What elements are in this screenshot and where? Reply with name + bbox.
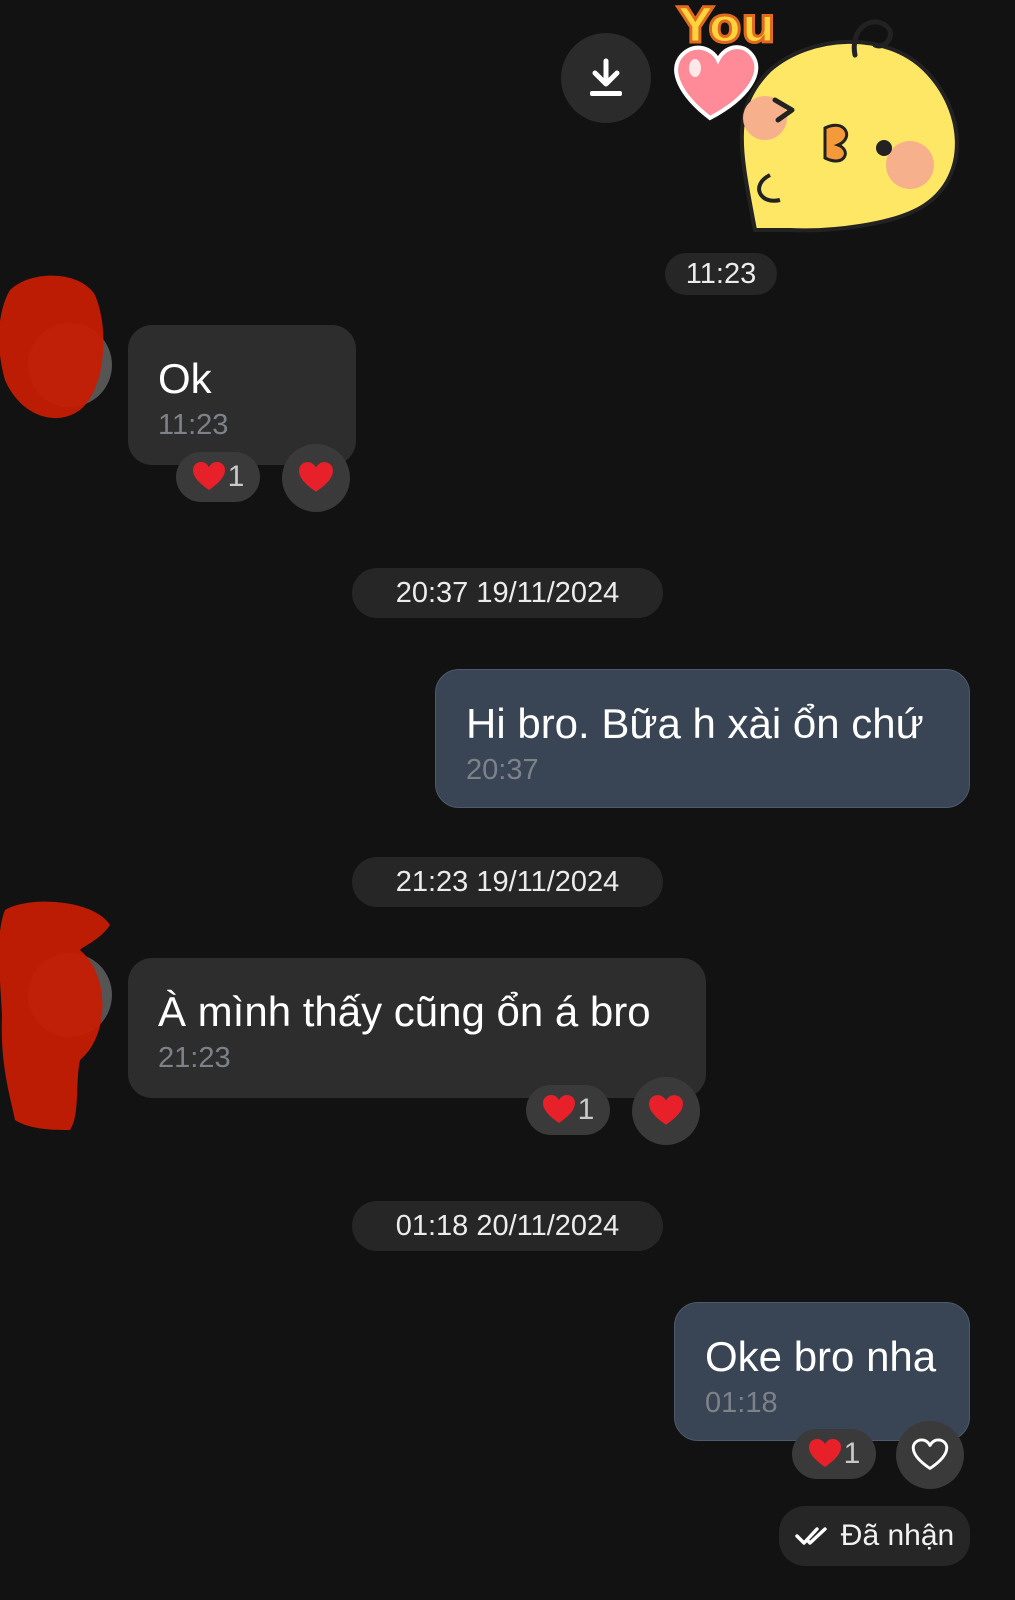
heart-icon: [299, 462, 333, 492]
avatar[interactable]: [0, 270, 115, 425]
message-time: 21:23: [158, 1042, 231, 1074]
time-separator-label: 20:37 19/11/2024: [395, 576, 620, 609]
time-separator-label: 21:23 19/11/2024: [395, 865, 620, 898]
download-icon: [590, 58, 622, 96]
heart-icon: [542, 1095, 575, 1123]
react-button[interactable]: [896, 1421, 964, 1489]
time-separator-label: 11:23: [685, 257, 757, 290]
heart-icon: [808, 1439, 841, 1467]
time-separator: 21:23 19/11/2024: [352, 857, 663, 907]
reaction-count-badge[interactable]: 1: [526, 1085, 610, 1135]
message-text: Ok: [158, 355, 212, 402]
react-button[interactable]: [632, 1077, 700, 1145]
message-time: 01:18: [705, 1387, 778, 1419]
avatar[interactable]: [0, 895, 115, 1135]
message-text: Hi bro. Bữa h xài ổn chứ: [466, 700, 924, 747]
message-text: Oke bro nha: [705, 1333, 937, 1380]
time-separator: 20:37 19/11/2024: [352, 568, 663, 618]
sticker-text: You: [677, 0, 776, 54]
outgoing-message[interactable]: Oke bro nha 01:18: [674, 1302, 970, 1441]
download-button[interactable]: [561, 33, 651, 123]
outgoing-message[interactable]: Hi bro. Bữa h xài ổn chứ 20:37: [435, 669, 970, 808]
reaction-count: 1: [577, 1093, 595, 1126]
time-separator: 01:18 20/11/2024: [352, 1201, 663, 1251]
reaction-count-badge[interactable]: 1: [176, 452, 260, 502]
love-you-chick-sticker[interactable]: You: [670, 0, 980, 235]
heart-icon: [192, 462, 225, 490]
heart-icon: [649, 1095, 683, 1125]
reaction-count-badge[interactable]: 1: [792, 1429, 876, 1479]
react-button[interactable]: [282, 444, 350, 512]
message-time: 11:23: [158, 409, 229, 441]
delivery-status: Đã nhận: [779, 1506, 970, 1566]
double-check-icon: [795, 1527, 827, 1545]
message-text: À mình thấy cũng ổn á bro: [158, 988, 651, 1035]
reaction-count: 1: [227, 460, 245, 493]
reaction-count: 1: [843, 1437, 861, 1470]
time-separator-label: 01:18 20/11/2024: [395, 1209, 620, 1242]
delivery-status-label: Đã nhận: [840, 1519, 955, 1552]
message-time: 20:37: [466, 754, 539, 786]
time-separator: 11:23: [665, 253, 777, 295]
heart-outline-icon: [911, 1438, 949, 1470]
incoming-message[interactable]: À mình thấy cũng ổn á bro 21:23: [128, 958, 706, 1098]
